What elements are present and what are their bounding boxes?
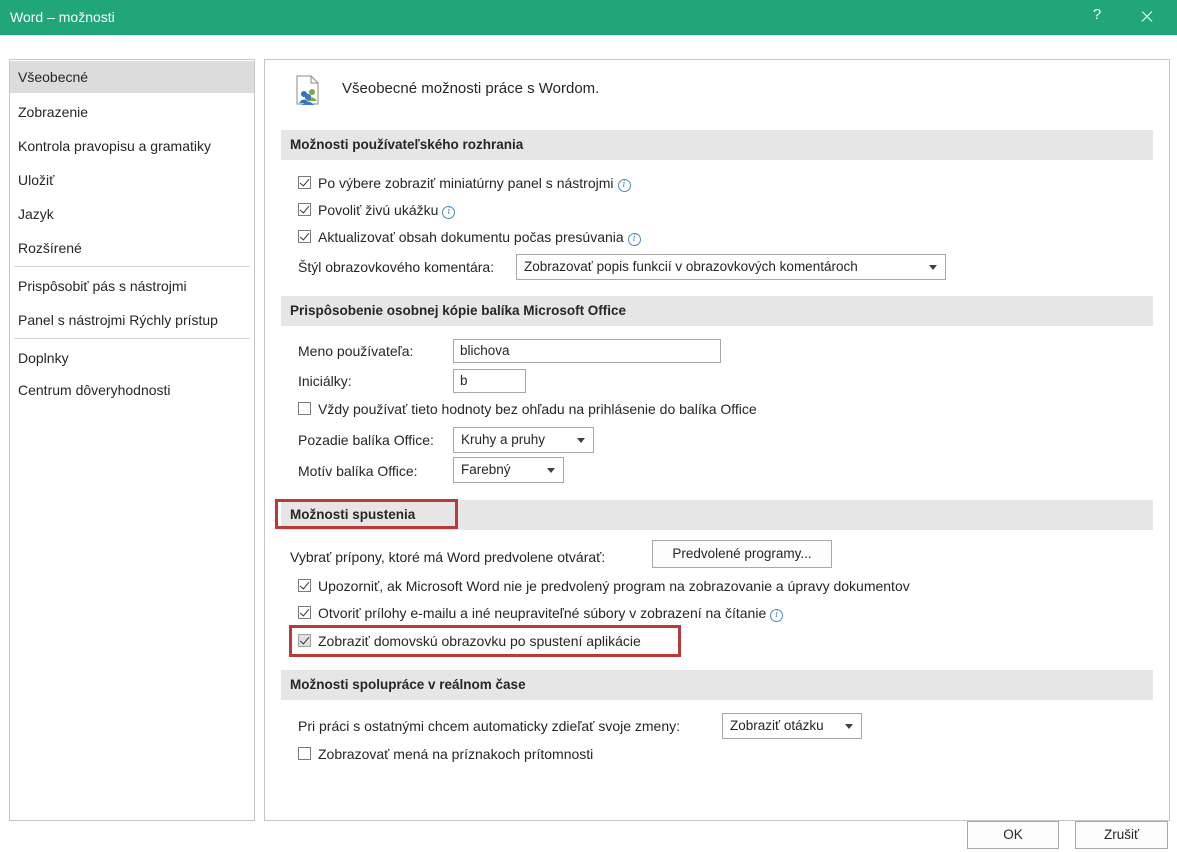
chevron-down-icon <box>577 438 585 443</box>
close-icon[interactable] <box>1133 4 1161 30</box>
chevron-down-icon <box>845 724 853 729</box>
sidebar-item-proofing[interactable]: Kontrola pravopisu a gramatiky <box>10 130 254 162</box>
screentip-style-value: Zobrazovať popis funkcií v obrazovkových… <box>524 259 858 274</box>
help-button[interactable]: ? <box>1085 6 1109 23</box>
window-title: Word – možnosti <box>10 9 115 25</box>
office-theme-dropdown[interactable]: Farebný <box>453 457 564 483</box>
category-sidebar: Všeobecné Zobrazenie Kontrola pravopisu … <box>9 59 255 821</box>
sidebar-item-save[interactable]: Uložiť <box>10 164 254 196</box>
default-program-warning-checkbox[interactable] <box>298 579 311 592</box>
section-coauthoring-title: Možnosti spolupráce v reálnom čase <box>281 670 1153 700</box>
presence-names-checkbox[interactable] <box>298 747 311 760</box>
sidebar-item-advanced[interactable]: Rozšírené <box>10 232 254 264</box>
sidebar-item-add-ins[interactable]: Doplnky <box>10 342 254 374</box>
office-theme-value: Farebný <box>461 462 511 477</box>
info-icon[interactable]: i <box>770 609 784 622</box>
sidebar-divider <box>14 266 250 267</box>
office-theme-label: Motív balíka Office: <box>298 463 418 479</box>
office-background-dropdown[interactable]: Kruhy a pruhy <box>453 427 594 453</box>
startup-title-highlight <box>275 499 458 529</box>
share-changes-dropdown[interactable]: Zobraziť otázku <box>722 713 862 739</box>
username-input[interactable]: blichova <box>453 339 721 363</box>
default-programs-button[interactable]: Predvolené programy... <box>652 540 832 568</box>
reading-view-label: Otvoriť prílohy e-mailu a iné neupravite… <box>318 605 767 621</box>
office-background-label: Pozadie balíka Office: <box>298 432 434 448</box>
chevron-down-icon <box>547 468 555 473</box>
sidebar-item-trust-center[interactable]: Centrum dôveryhodnosti <box>10 374 254 406</box>
live-preview-checkbox[interactable] <box>298 203 311 216</box>
default-extensions-label: Vybrať prípony, ktoré má Word predvolene… <box>290 549 606 565</box>
info-icon[interactable]: i <box>442 206 456 219</box>
update-while-dragging-checkbox[interactable] <box>298 230 311 243</box>
mini-toolbar-checkbox[interactable] <box>298 176 311 189</box>
section-ui-options-title: Možnosti používateľského rozhrania <box>281 130 1153 160</box>
page-title: Všeobecné možnosti práce s Wordom. <box>342 80 600 97</box>
info-icon[interactable]: i <box>617 179 631 192</box>
share-changes-label: Pri práci s ostatnými chcem automaticky … <box>298 718 681 734</box>
options-content: Všeobecné možnosti práce s Wordom. Možno… <box>264 59 1170 821</box>
default-program-warning-label: Upozorniť, ak Microsoft Word nie je pred… <box>318 578 910 594</box>
always-use-label: Vždy používať tieto hodnoty bez ohľadu n… <box>318 401 757 417</box>
mini-toolbar-label: Po výbere zobraziť miniatúrny panel s ná… <box>318 175 614 191</box>
title-bar: Word – možnosti ? <box>0 0 1177 35</box>
share-changes-value: Zobraziť otázku <box>730 718 824 733</box>
initials-label: Iniciálky: <box>298 373 352 389</box>
always-use-checkbox[interactable] <box>298 402 311 415</box>
section-personalize-title: Prispôsobenie osobnej kópie balíka Micro… <box>281 296 1153 326</box>
update-while-dragging-label: Aktualizovať obsah dokumentu počas presú… <box>318 229 624 245</box>
info-icon[interactable]: i <box>627 233 641 246</box>
username-label: Meno používateľa: <box>298 343 414 359</box>
office-background-value: Kruhy a pruhy <box>461 432 546 447</box>
sidebar-item-quick-access-toolbar[interactable]: Panel s nástrojmi Rýchly prístup <box>10 304 254 336</box>
start-screen-highlight <box>289 625 681 657</box>
initials-input[interactable]: b <box>453 369 526 393</box>
live-preview-label: Povoliť živú ukážku <box>318 202 439 218</box>
screentip-style-label: Štýl obrazovkového komentára: <box>298 259 495 275</box>
screentip-style-dropdown[interactable]: Zobrazovať popis funkcií v obrazovkových… <box>516 254 946 280</box>
sidebar-item-display[interactable]: Zobrazenie <box>10 96 254 128</box>
chevron-down-icon <box>929 265 937 270</box>
sidebar-divider <box>14 338 250 339</box>
reading-view-checkbox[interactable] <box>298 606 311 619</box>
presence-names-label: Zobrazovať mená na príznakoch prítomnost… <box>318 746 594 762</box>
general-options-icon <box>296 75 319 105</box>
sidebar-item-customize-ribbon[interactable]: Prispôsobiť pás s nástrojmi <box>10 270 254 302</box>
ok-button[interactable]: OK <box>967 821 1059 849</box>
sidebar-item-general[interactable]: Všeobecné <box>10 61 254 93</box>
cancel-button[interactable]: Zrušiť <box>1075 821 1168 849</box>
sidebar-item-language[interactable]: Jazyk <box>10 198 254 230</box>
